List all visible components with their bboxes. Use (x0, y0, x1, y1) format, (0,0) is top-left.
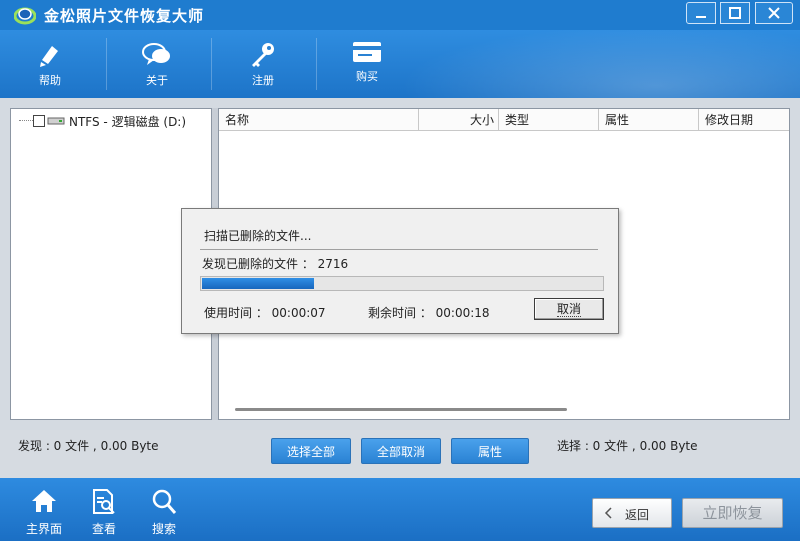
maximize-icon (729, 7, 741, 19)
close-button[interactable] (755, 2, 793, 24)
drive-icon (47, 117, 65, 125)
view-button[interactable]: 查看 (74, 478, 134, 541)
status-bar: 发现 : 0 文件 , 0.00 Byte 选择全部 全部取消 属性 选择 : … (0, 430, 800, 478)
help-label: 帮助 (39, 74, 61, 87)
chevron-left-icon (604, 507, 612, 519)
cancel-scan-button[interactable]: 取消 (534, 298, 604, 320)
close-icon (768, 7, 780, 19)
about-button[interactable]: 关于 (107, 30, 207, 98)
select-all-button[interactable]: 选择全部 (271, 438, 351, 464)
buy-button[interactable]: 购买 (317, 30, 417, 98)
key-icon (252, 43, 274, 67)
column-header-type[interactable]: 类型 (499, 109, 599, 131)
help-button[interactable]: 帮助 (0, 30, 100, 98)
search-icon (152, 489, 177, 514)
scan-progress-bar (200, 276, 604, 291)
deleted-files-found: 发现已删除的文件 ： 2716 (202, 257, 349, 271)
register-label: 注册 (252, 74, 274, 87)
scan-status-text: 扫描已删除的文件... (204, 229, 312, 243)
home-label: 主界面 (25, 522, 62, 536)
maximize-button[interactable] (720, 2, 750, 24)
about-icon (142, 43, 170, 65)
scan-progress-fill (202, 278, 314, 289)
search-label: 搜索 (151, 522, 176, 536)
app-title: 金松照片文件恢复大师 (44, 7, 205, 25)
view-icon (93, 489, 115, 514)
horizontal-scrollbar[interactable] (235, 408, 567, 411)
help-icon (40, 46, 58, 67)
main-toolbar: 帮助 关于 注册 购买 (0, 30, 800, 98)
remaining-time: 剩余时间 ： 00:00:18 (368, 306, 490, 320)
found-summary: 发现 : 0 文件 , 0.00 Byte (18, 439, 159, 453)
column-header-size[interactable]: 大小 (419, 109, 499, 131)
deselect-all-button[interactable]: 全部取消 (361, 438, 441, 464)
column-header-attributes[interactable]: 属性 (599, 109, 699, 131)
drive-label: NTFS - 逻辑磁盘 (D:) (69, 115, 187, 129)
scan-progress-dialog: 扫描已删除的文件... 发现已删除的文件 ： 2716 使用时间 ： 00:00… (181, 208, 619, 334)
register-button[interactable]: 注册 (213, 30, 313, 98)
minimize-button[interactable] (686, 2, 716, 24)
dialog-divider (200, 249, 598, 250)
search-button[interactable]: 搜索 (134, 478, 194, 541)
about-label: 关于 (146, 74, 168, 87)
title-bar: 金松照片文件恢复大师 (0, 0, 800, 30)
view-label: 查看 (91, 522, 116, 536)
drive-checkbox[interactable] (33, 115, 45, 127)
column-header-modified-date[interactable]: 修改日期 (699, 109, 789, 131)
bottom-bar: 主界面 查看 搜索 返回 立即恢复 (0, 478, 800, 541)
column-header-name[interactable]: 名称 (219, 109, 419, 131)
back-label: 返回 (625, 508, 650, 522)
properties-button[interactable]: 属性 (451, 438, 529, 464)
home-button[interactable]: 主界面 (14, 478, 74, 541)
app-logo-icon (14, 7, 36, 25)
home-icon (32, 490, 56, 512)
minimize-icon (696, 16, 706, 18)
toolbar-divider (211, 38, 212, 90)
card-icon (353, 42, 381, 62)
elapsed-time: 使用时间 ： 00:00:07 (204, 306, 326, 320)
back-button[interactable]: 返回 (592, 498, 672, 528)
file-list-header: 名称 大小 类型 属性 修改日期 (219, 109, 789, 131)
cancel-label: 取消 (556, 302, 581, 317)
selected-summary: 选择 : 0 文件 , 0.00 Byte (557, 439, 698, 453)
buy-label: 购买 (356, 70, 378, 83)
recover-now-button[interactable]: 立即恢复 (682, 498, 783, 528)
